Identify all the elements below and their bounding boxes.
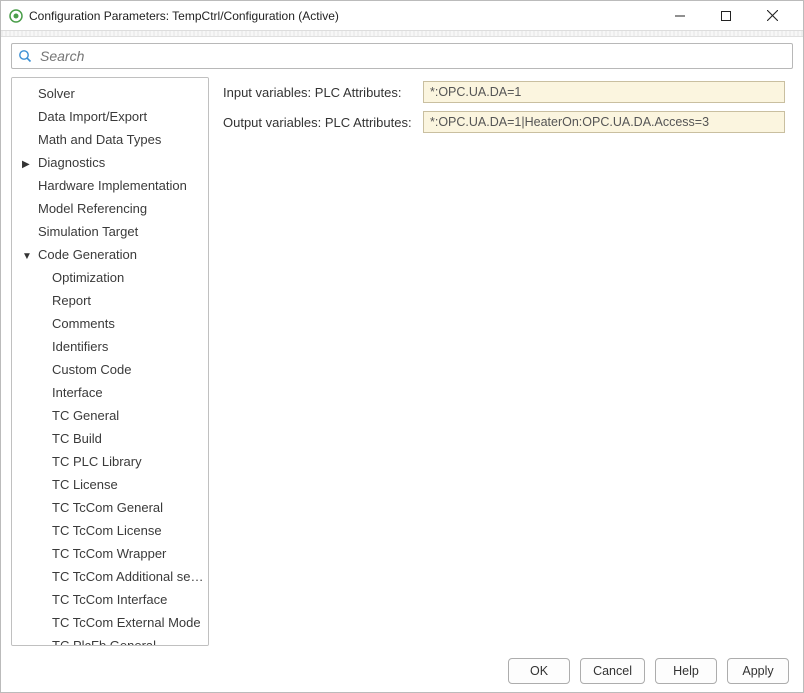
tree-item-label: TC TcCom External Mode [52, 615, 201, 630]
search-row [1, 37, 803, 77]
tree-item-label: TC License [52, 477, 118, 492]
tree-item-label: TC TcCom General [52, 500, 163, 515]
tree-item[interactable]: ▼ Code Generation [12, 243, 208, 266]
tree-item[interactable]: TC TcCom General [12, 496, 208, 519]
tree-item[interactable]: Optimization [12, 266, 208, 289]
tree-item[interactable]: TC License [12, 473, 208, 496]
tree-item-label: Math and Data Types [38, 132, 161, 147]
tree-item-label: Interface [52, 385, 103, 400]
tree-item[interactable]: Math and Data Types [12, 128, 208, 151]
caret-right-icon[interactable]: ▶ [22, 155, 30, 174]
settings-panel: Input variables: PLC Attributes: Output … [209, 77, 793, 646]
tree-item[interactable]: Data Import/Export [12, 105, 208, 128]
tree-item[interactable]: TC PlcFb General [12, 634, 208, 646]
maximize-button[interactable] [703, 1, 749, 31]
output-vars-label: Output variables: PLC Attributes: [223, 115, 423, 130]
input-vars-row: Input variables: PLC Attributes: [223, 81, 785, 103]
tree-item-label: TC PLC Library [52, 454, 142, 469]
apply-button[interactable]: Apply [727, 658, 789, 684]
tree-item[interactable]: Hardware Implementation [12, 174, 208, 197]
tree-item-label: Hardware Implementation [38, 178, 187, 193]
app-icon [9, 9, 23, 23]
output-vars-row: Output variables: PLC Attributes: [223, 111, 785, 133]
tree-item[interactable]: TC TcCom External Mode [12, 611, 208, 634]
tree-item[interactable]: Model Referencing [12, 197, 208, 220]
minimize-button[interactable] [657, 1, 703, 31]
output-vars-field[interactable] [423, 111, 785, 133]
tree-item-label: Custom Code [52, 362, 131, 377]
input-vars-field-wrap [423, 81, 785, 103]
tree-item-label: TC TcCom License [52, 523, 162, 538]
tree-item[interactable]: TC Build [12, 427, 208, 450]
tree-item-label: TC TcCom Additional setti... [52, 569, 208, 584]
search-box[interactable] [11, 43, 793, 69]
tree-item-label: TC General [52, 408, 119, 423]
tree-item[interactable]: TC TcCom Interface [12, 588, 208, 611]
titlebar: Configuration Parameters: TempCtrl/Confi… [1, 1, 803, 31]
tree-item[interactable]: TC PLC Library [12, 450, 208, 473]
tree-item-label: TC TcCom Interface [52, 592, 167, 607]
caret-down-icon[interactable]: ▼ [22, 247, 32, 266]
input-vars-field[interactable] [423, 81, 785, 103]
search-icon [18, 49, 32, 63]
button-bar: OK Cancel Help Apply [1, 650, 803, 692]
tree-item-label: Code Generation [38, 247, 137, 262]
category-tree[interactable]: Solver Data Import/Export Math and Data Ty… [11, 77, 209, 646]
input-vars-label: Input variables: PLC Attributes: [223, 85, 423, 100]
tree-item[interactable]: TC TcCom License [12, 519, 208, 542]
window-controls [657, 1, 795, 31]
tree-item-label: TC Build [52, 431, 102, 446]
cancel-button[interactable]: Cancel [580, 658, 645, 684]
tree-item-label: Model Referencing [38, 201, 147, 216]
tree-item-label: Identifiers [52, 339, 108, 354]
tree-item[interactable]: Solver [12, 82, 208, 105]
tree-item[interactable]: TC TcCom Wrapper [12, 542, 208, 565]
tree-item-label: Optimization [52, 270, 124, 285]
tree-item-label: Data Import/Export [38, 109, 147, 124]
tree-item-label: Report [52, 293, 91, 308]
output-vars-field-wrap [423, 111, 785, 133]
help-button[interactable]: Help [655, 658, 717, 684]
tree-item[interactable]: Identifiers [12, 335, 208, 358]
tree-item[interactable]: Comments [12, 312, 208, 335]
tree-item-label: Simulation Target [38, 224, 138, 239]
close-button[interactable] [749, 1, 795, 31]
tree-item[interactable]: Report [12, 289, 208, 312]
tree-item-label: Comments [52, 316, 115, 331]
tree-item[interactable]: Simulation Target [12, 220, 208, 243]
search-input[interactable] [38, 47, 786, 65]
ok-button[interactable]: OK [508, 658, 570, 684]
tree-item[interactable]: Interface [12, 381, 208, 404]
tree-item[interactable]: TC TcCom Additional setti... [12, 565, 208, 588]
tree-item-label: Diagnostics [38, 155, 105, 170]
tree-item-label: Solver [38, 86, 75, 101]
tree-item-label: TC PlcFb General [52, 638, 156, 646]
tree-item[interactable]: Custom Code [12, 358, 208, 381]
window-title: Configuration Parameters: TempCtrl/Confi… [29, 9, 657, 23]
tree-item[interactable]: TC General [12, 404, 208, 427]
config-params-window: Configuration Parameters: TempCtrl/Confi… [0, 0, 804, 693]
content-area: Solver Data Import/Export Math and Data Ty… [1, 77, 803, 650]
tree-item-label: TC TcCom Wrapper [52, 546, 166, 561]
tree-item[interactable]: ▶ Diagnostics [12, 151, 208, 174]
